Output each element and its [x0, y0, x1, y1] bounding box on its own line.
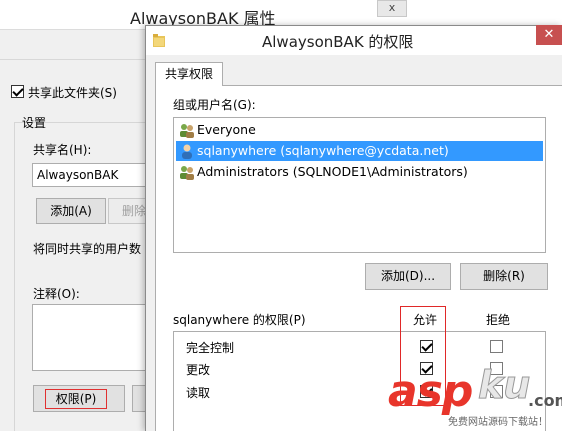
folder-icon — [153, 34, 165, 47]
tab-share-permissions[interactable]: 共享权限 — [155, 62, 223, 86]
list-item-sqlanywhere[interactable]: sqlanywhere (sqlanywhere@ycdata.net) — [176, 141, 543, 161]
remove-user-button[interactable]: 删除(R) — [460, 263, 548, 290]
share-folder-label: 共享此文件夹(S) — [28, 86, 117, 100]
group-users-label: 组或用户名(G): — [173, 98, 256, 112]
permission-read-label: 读取 — [186, 386, 211, 400]
watermark-brand: asp — [388, 366, 473, 417]
properties-tab-strip — [0, 30, 145, 60]
share-folder-checkbox[interactable] — [11, 85, 24, 98]
dialog-close-button[interactable]: ✕ — [536, 25, 562, 45]
share-add-button[interactable]: 添加(A) — [36, 198, 106, 224]
deny-column-header: 拒绝 — [486, 313, 511, 327]
share-remove-button[interactable]: 删除 — [108, 198, 145, 224]
full-control-deny-checkbox[interactable] — [490, 340, 503, 353]
properties-close-button[interactable]: x — [377, 0, 407, 17]
add-user-button[interactable]: 添加(D)... — [365, 263, 451, 290]
list-item-label: sqlanywhere (sqlanywhere@ycdata.net) — [197, 143, 449, 158]
permissions-button-label[interactable]: 权限(P) — [45, 389, 107, 409]
share-name-input[interactable]: AlwaysonBAK — [32, 163, 145, 187]
user-icon — [182, 144, 192, 159]
watermark-brand-suffix: ku — [477, 363, 531, 407]
group-icon — [180, 124, 194, 138]
permissions-for-label: sqlanywhere 的权限(P) — [173, 313, 306, 327]
comment-textarea[interactable] — [32, 304, 145, 371]
concurrent-users-label: 将同时共享的用户数 — [33, 242, 142, 256]
dialog-title: AlwaysonBAK 的权限 — [262, 33, 414, 51]
settings-label: 设置 — [22, 116, 47, 130]
permission-change-label: 更改 — [186, 363, 211, 377]
share-name-label: 共享名(H): — [33, 143, 92, 157]
permission-full-control-label: 完全控制 — [186, 341, 235, 355]
list-item-everyone[interactable]: Everyone — [176, 120, 543, 140]
comment-label: 注释(O): — [33, 287, 80, 301]
list-item-administrators[interactable]: Administrators (SQLNODE1\Administrators) — [176, 162, 543, 182]
group-icon — [180, 166, 194, 180]
caching-button[interactable] — [132, 385, 145, 412]
list-item-label: Everyone — [197, 122, 256, 137]
list-item-label: Administrators (SQLNODE1\Administrators) — [197, 164, 468, 179]
watermark-tagline: 免费网站源码下载站！ — [448, 417, 548, 428]
watermark-domain: .com — [528, 391, 562, 410]
